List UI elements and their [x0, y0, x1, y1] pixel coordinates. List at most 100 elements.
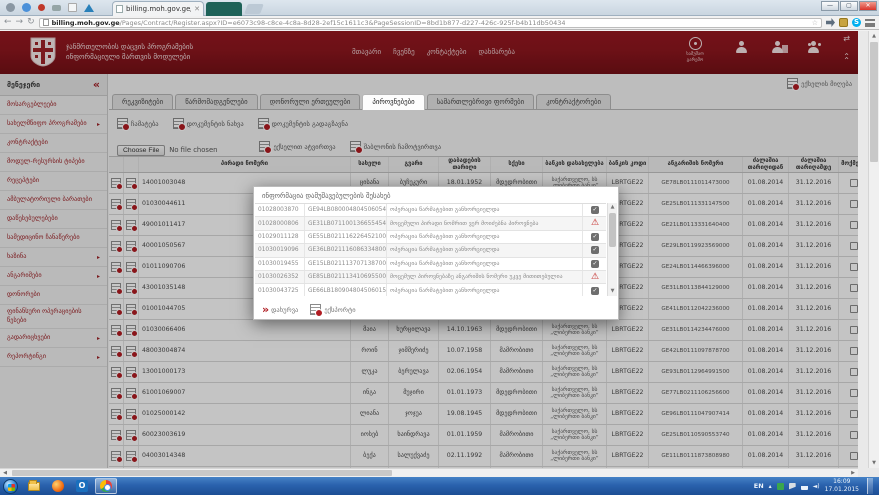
bookmark-star-icon[interactable]: ☆: [812, 19, 818, 27]
scroll-down-icon[interactable]: ▼: [869, 458, 879, 468]
modal-status-cell: ⚠: [583, 217, 606, 229]
extension-icon[interactable]: [839, 18, 848, 27]
maximize-button[interactable]: ▢: [840, 1, 858, 11]
refresh-icon[interactable]: ↻: [27, 18, 35, 27]
modal-cell: GE66LB1809048045060155: [305, 284, 387, 296]
success-icon: ✓: [591, 287, 599, 295]
outlook-icon: O: [76, 480, 88, 492]
modal-cell: GE31LB0711001366554540: [305, 217, 387, 229]
minimize-button[interactable]: —: [821, 1, 839, 11]
pinned-tab-favicon[interactable]: [52, 5, 61, 11]
modal-status-cell: ✓: [583, 231, 606, 243]
export-icon: [310, 304, 321, 315]
modal-result-row: 01030026352GE85LB0211134106955000მოცემულ…: [255, 271, 606, 284]
back-icon[interactable]: ←: [4, 18, 12, 27]
clock-time: 16:09: [833, 478, 850, 485]
success-icon: ✓: [591, 233, 599, 241]
modal-status-cell: ✓: [583, 204, 606, 216]
modal-cell: GE36LB0211160863348000: [305, 244, 387, 256]
vertical-scrollbar[interactable]: ▲ ▼: [868, 31, 879, 468]
tray-status-icon[interactable]: [777, 483, 784, 490]
modal-cell: 01029011128: [255, 231, 305, 243]
scrollbar-thumb[interactable]: [12, 470, 392, 476]
warning-icon: ⚠: [591, 273, 599, 282]
modal-cell: GE55LB0211162264521000: [305, 231, 387, 243]
firefox-icon: [52, 480, 64, 492]
tray-flag-icon[interactable]: [789, 483, 796, 490]
firefox-taskbar-button[interactable]: [47, 478, 69, 494]
modal-scrollbar[interactable]: ▲ ▼: [607, 203, 617, 296]
system-tray: EN ▴ ◄) 16:09 17.01.2015: [754, 478, 879, 494]
url-domain: billing.moh.gov.ge: [52, 19, 120, 27]
taskbar-clock[interactable]: 16:09 17.01.2015: [825, 478, 859, 494]
skype-icon[interactable]: S: [852, 18, 861, 27]
scrollbar-thumb[interactable]: [870, 42, 878, 162]
scroll-up-icon[interactable]: ▲: [608, 203, 617, 212]
pinned-tabs[interactable]: [6, 3, 94, 12]
screen: billing.moh.gov.ge/Pages ✕ — ▢ ✕ ← → ↻ b…: [0, 0, 879, 495]
tab-active[interactable]: პიროვნებები: [362, 94, 424, 110]
modal-title: ინფორმაცია დამუშავებულების შესახებ: [254, 187, 618, 203]
modal-cell: 01030026352: [255, 271, 305, 283]
browser-tab-secondary[interactable]: [206, 2, 242, 16]
modal-cell: მოცემული პირადი ნომრით ვერ მოიძებნა პირო…: [387, 217, 583, 229]
modal-result-row: 01028000806GE31LB0711001366554540მოცემულ…: [255, 217, 606, 230]
clock-date: 17.01.2015: [825, 486, 859, 493]
modal-results-table: 01028003870GE94LB0800048045060543ოპერაცი…: [255, 203, 606, 296]
page-favicon: [116, 5, 123, 13]
volume-icon[interactable]: ◄): [813, 483, 820, 490]
modal-cell: ოპერაცია წარმატებით განხორციელდა: [387, 244, 583, 256]
horizontal-scrollbar[interactable]: ◀ ▶: [0, 468, 858, 477]
chrome-icon: [100, 480, 112, 492]
outlook-taskbar-button[interactable]: O: [71, 478, 93, 494]
scrollbar-thumb[interactable]: [609, 213, 616, 247]
scroll-left-icon[interactable]: ◀: [0, 469, 10, 477]
forward-icon[interactable]: →: [16, 18, 24, 27]
success-icon: ✓: [591, 206, 599, 214]
close-button[interactable]: ✕: [859, 1, 877, 11]
chrome-taskbar-button[interactable]: [95, 478, 117, 494]
scroll-up-icon[interactable]: ▲: [869, 31, 879, 41]
modal-close-button[interactable]: » დახურვა: [262, 304, 298, 315]
modal-cell: GE15LB0211137071387000: [305, 258, 387, 270]
network-icon[interactable]: [801, 483, 808, 490]
modal-cell: 01030043725: [255, 284, 305, 296]
modal-result-row: 01028003870GE94LB0800048045060543ოპერაცი…: [255, 204, 606, 217]
modal-cell: ოპერაცია წარმატებით განხორციელდა: [387, 258, 583, 270]
pinned-tab-favicon[interactable]: [38, 4, 45, 11]
modal-cell: GE85LB0211134106955000: [305, 271, 387, 283]
pinned-tab-favicon[interactable]: [22, 3, 31, 12]
browser-tab-active[interactable]: billing.moh.gov.ge/Pages ✕: [112, 1, 204, 16]
explorer-taskbar-button[interactable]: [23, 478, 45, 494]
explorer-icon: [28, 482, 40, 491]
success-icon: ✓: [591, 260, 599, 268]
start-button[interactable]: [3, 479, 18, 494]
menu-icon[interactable]: [865, 19, 875, 27]
modal-export-button[interactable]: ექსპორტი: [310, 304, 355, 315]
pinned-tab-favicon[interactable]: [84, 4, 94, 12]
page-icon[interactable]: [43, 19, 49, 26]
scroll-right-icon[interactable]: ▶: [848, 469, 858, 477]
modal-cell: GE94LB0800048045060543: [305, 204, 387, 216]
modal-status-cell: ⚠: [583, 271, 606, 283]
modal-cell: 01028000806: [255, 217, 305, 229]
url-text: billing.moh.gov.ge/Pages/Contract/Regist…: [52, 19, 566, 27]
success-icon: ✓: [591, 246, 599, 254]
modal-footer: » დახურვა ექსპორტი: [262, 304, 356, 315]
browser-viewport: ჯანმრთელობის დაცვის პროგრამების ინფორმაც…: [0, 31, 879, 477]
show-desktop-button[interactable]: [867, 478, 873, 494]
new-tab-button[interactable]: [244, 4, 264, 14]
modal-status-cell: ✓: [583, 284, 606, 296]
modal-status-cell: ✓: [583, 244, 606, 256]
pinned-tab-favicon[interactable]: [6, 3, 15, 12]
url-path: /Pages/Contract/Register.aspx?ID=e6073c9…: [120, 19, 566, 27]
url-bar[interactable]: billing.moh.gov.ge/Pages/Contract/Regist…: [39, 18, 822, 28]
extension-arrow-icon[interactable]: [826, 18, 835, 27]
show-hidden-icons[interactable]: ▴: [769, 483, 772, 490]
modal-cell: 01030019096: [255, 244, 305, 256]
browser-tabstrip: billing.moh.gov.ge/Pages ✕ — ▢ ✕: [0, 0, 879, 16]
language-indicator[interactable]: EN: [754, 482, 764, 490]
tab-close-icon[interactable]: ✕: [194, 6, 200, 13]
scroll-down-icon[interactable]: ▼: [608, 287, 617, 296]
pinned-tab-favicon[interactable]: [68, 3, 77, 12]
